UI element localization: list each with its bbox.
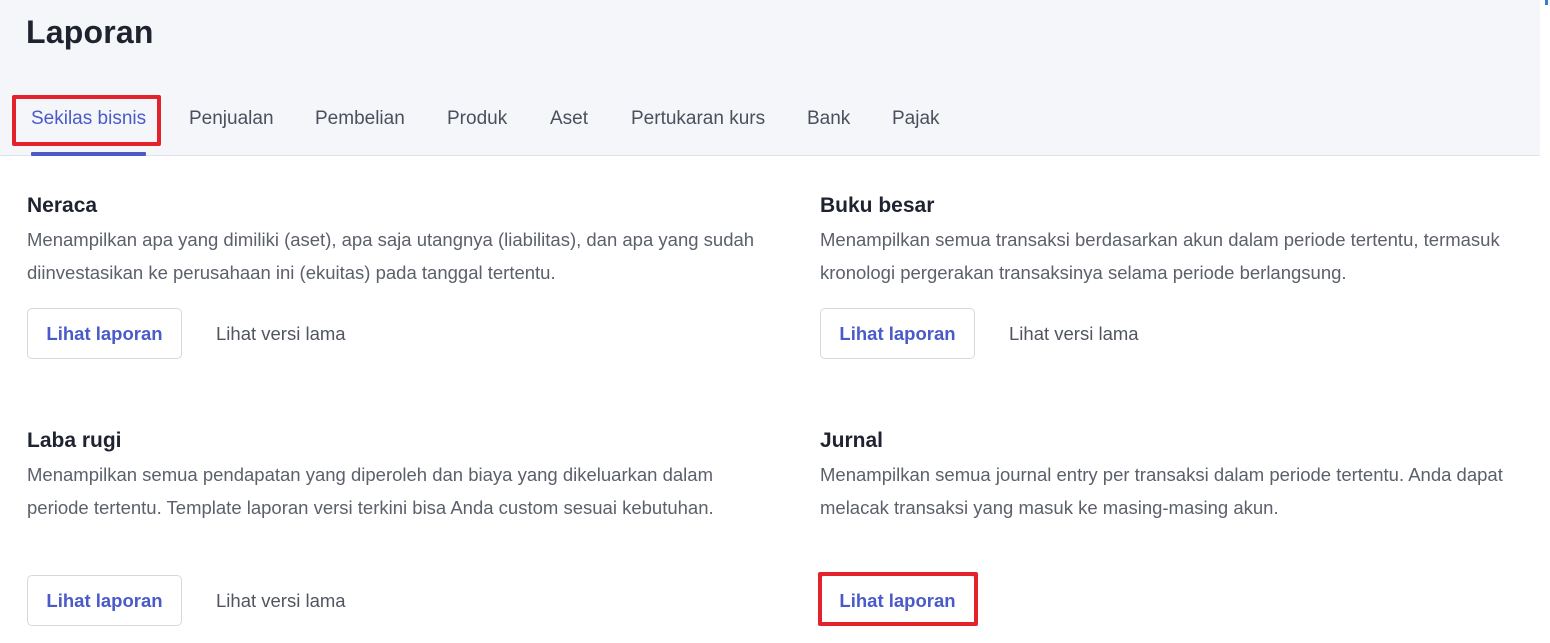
report-description: Menampilkan semua pendapatan yang dipero… [27, 464, 714, 518]
view-report-button[interactable]: Lihat laporan [27, 308, 182, 359]
report-description: Menampilkan apa yang dimiliki (aset), ap… [27, 229, 755, 283]
page-edge [1540, 0, 1550, 165]
report-title: Neraca [27, 194, 98, 217]
report-card-laba-rugi: Laba rugi Menampilkan semua pendapatan y… [27, 427, 767, 524]
report-tabs: Sekilas bisnis Penjualan Pembelian Produ… [0, 100, 1540, 156]
view-old-version-link[interactable]: Lihat versi lama [1009, 323, 1139, 345]
tab-sekilas-bisnis[interactable]: Sekilas bisnis [31, 100, 146, 156]
report-actions-laba-rugi: Lihat laporan Lihat versi lama [27, 575, 346, 626]
view-old-version-link[interactable]: Lihat versi lama [216, 323, 346, 345]
tab-bank[interactable]: Bank [807, 100, 850, 156]
page-title: Laporan [26, 14, 154, 50]
tab-produk[interactable]: Produk [447, 100, 507, 156]
report-card-jurnal: Jurnal Menampilkan semua journal entry p… [820, 427, 1550, 524]
tab-pajak[interactable]: Pajak [892, 100, 940, 156]
report-title: Laba rugi [27, 429, 122, 452]
report-actions-neraca: Lihat laporan Lihat versi lama [27, 308, 346, 359]
tab-pembelian[interactable]: Pembelian [315, 100, 405, 156]
edge-mark [1545, 0, 1548, 5]
page-header: Laporan Sekilas bisnis Penjualan Pembeli… [0, 0, 1540, 156]
view-report-button[interactable]: Lihat laporan [27, 575, 182, 626]
report-description: Menampilkan semua journal entry per tran… [820, 464, 1503, 518]
report-title: Jurnal [820, 429, 884, 452]
report-actions-buku-besar: Lihat laporan Lihat versi lama [820, 308, 1139, 359]
report-actions-jurnal: Lihat laporan [820, 575, 975, 626]
report-card-neraca: Neraca Menampilkan apa yang dimiliki (as… [27, 192, 767, 289]
view-old-version-link[interactable]: Lihat versi lama [216, 590, 346, 612]
view-report-button[interactable]: Lihat laporan [820, 575, 975, 626]
tab-aset[interactable]: Aset [550, 100, 588, 156]
tab-pertukaran-kurs[interactable]: Pertukaran kurs [631, 100, 765, 156]
view-report-button[interactable]: Lihat laporan [820, 308, 975, 359]
report-title: Buku besar [820, 194, 935, 217]
report-card-buku-besar: Buku besar Menampilkan semua transaksi b… [820, 192, 1550, 289]
reports-page: Laporan Sekilas bisnis Penjualan Pembeli… [0, 0, 1550, 643]
tab-penjualan[interactable]: Penjualan [189, 100, 274, 156]
active-tab-indicator [31, 152, 146, 156]
report-description: Menampilkan semua transaksi berdasarkan … [820, 229, 1500, 283]
